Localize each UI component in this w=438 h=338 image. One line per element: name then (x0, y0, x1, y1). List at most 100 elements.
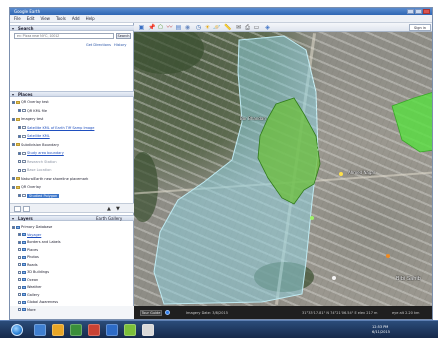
panel-toggle-icon[interactable] (23, 206, 30, 212)
historical-imagery-icon[interactable]: ◷ (195, 24, 202, 31)
places-tree-item[interactable]: QR Overlay test (12, 99, 49, 105)
layers-tree-item[interactable]: More (18, 307, 36, 313)
places-tree-item[interactable]: QR Overlay (12, 184, 41, 190)
email-icon[interactable]: ✉ (235, 24, 242, 31)
save-image-icon[interactable]: ▭ (253, 24, 260, 31)
image-overlay-icon[interactable]: ▤ (175, 24, 182, 31)
checkbox[interactable] (18, 126, 21, 129)
checkbox[interactable] (18, 233, 21, 236)
folder-icon[interactable] (52, 324, 64, 336)
place-marker-icon[interactable] (386, 254, 390, 258)
layers-tree-item[interactable]: 3D Buildings (18, 269, 49, 275)
system-tray-clock[interactable]: 12:53 PM 6/11/2015 (372, 325, 390, 335)
ruler-icon[interactable]: 📏 (224, 24, 231, 31)
places-tree-item[interactable]: Subdivision Boundary (12, 142, 59, 148)
polygon-icon[interactable]: ⬠ (157, 24, 164, 31)
hide-sidebar-icon[interactable]: ▣ (138, 24, 145, 31)
map-viewport[interactable]: Bor Bhandari Ahmed Nagar Bibi Sahib (134, 32, 433, 306)
places-tree-item[interactable]: Research Station (18, 159, 57, 165)
checkbox[interactable] (18, 160, 21, 163)
minimize-button[interactable] (407, 9, 414, 14)
layers-tree-item[interactable]: Roads (18, 262, 38, 268)
media-player-icon[interactable] (70, 324, 82, 336)
checkbox[interactable] (12, 185, 15, 189)
arrow-down-icon[interactable]: ▼ (116, 207, 120, 212)
checkbox[interactable] (12, 100, 15, 104)
checkbox[interactable] (18, 293, 21, 296)
explorer-icon[interactable] (34, 324, 46, 336)
search-button[interactable]: Search (116, 33, 131, 39)
checkbox[interactable] (18, 109, 21, 112)
path-icon[interactable]: 〰 (166, 24, 173, 31)
search-input[interactable] (14, 33, 114, 39)
history-link[interactable]: History (114, 43, 126, 47)
start-button-icon[interactable] (11, 324, 23, 336)
places-tree-item[interactable]: QR KML file (18, 108, 47, 114)
checkbox[interactable] (12, 177, 15, 180)
menu-add[interactable]: Add (72, 15, 80, 22)
places-tree-item[interactable]: Study area boundary (18, 150, 64, 156)
window-titlebar[interactable]: Google Earth (10, 8, 432, 15)
places-tree-item[interactable]: Satellite KML of Earth Tiff Samp Image (18, 125, 94, 131)
checkbox[interactable] (18, 248, 21, 251)
placemark-icon[interactable]: 📌 (148, 24, 155, 31)
layers-tree-item[interactable]: Places (18, 247, 38, 253)
browser-icon[interactable] (88, 324, 100, 336)
tour-guide-button[interactable]: Tour Guide (140, 310, 162, 316)
map-label-place[interactable]: Bor Bhandari (240, 116, 266, 121)
get-directions-link[interactable]: Get Directions (86, 43, 111, 47)
checkbox[interactable] (18, 240, 21, 244)
places-tree-item[interactable]: NaturalEarth new shoreline placemark (12, 176, 88, 182)
map-label-place[interactable]: Ahmed Nagar (348, 170, 376, 175)
layers-tree-item[interactable]: Global Awareness (18, 299, 58, 305)
print-icon[interactable]: ⎙ (244, 24, 251, 31)
layers-tree-item[interactable]: Ocean (18, 277, 38, 283)
checkbox[interactable] (18, 151, 21, 155)
search-places-icon[interactable] (14, 206, 21, 212)
checkbox[interactable] (18, 278, 21, 281)
search-section-header[interactable]: Search (10, 25, 134, 31)
arrow-up-icon[interactable]: ▲ (107, 207, 111, 212)
checkbox[interactable] (18, 168, 21, 172)
menu-view[interactable]: View (40, 15, 50, 22)
map-label-place[interactable]: Bibi Sahib (396, 276, 421, 282)
planets-icon[interactable]: 🪐 (213, 24, 220, 31)
menu-edit[interactable]: Edit (27, 15, 35, 22)
sunlight-icon[interactable]: ☀ (204, 24, 211, 31)
layers-tree-item[interactable]: Photos (18, 254, 39, 260)
checkbox[interactable] (18, 255, 21, 259)
checkbox[interactable] (18, 270, 21, 274)
place-marker-icon[interactable] (332, 276, 336, 280)
layers-tree-item[interactable]: Voyager (18, 232, 41, 238)
app-icon[interactable] (142, 324, 154, 336)
close-button[interactable] (423, 9, 430, 14)
places-tree-item[interactable]: Base Location (18, 167, 51, 173)
bright-green-polygon[interactable] (391, 92, 433, 153)
record-tour-icon[interactable]: ◉ (184, 24, 191, 31)
checkbox[interactable] (12, 225, 15, 229)
google-earth-taskbar-icon[interactable] (124, 324, 136, 336)
checkbox[interactable] (18, 285, 21, 289)
layers-section-header[interactable]: Layers Earth Gallery (10, 215, 134, 221)
places-tree-item[interactable]: Imagery test (12, 116, 43, 122)
layers-tree-item[interactable]: Borders and Labels (18, 239, 61, 245)
places-section-header[interactable]: Places (10, 91, 134, 97)
sign-in-button[interactable]: Sign in (409, 24, 431, 31)
checkbox[interactable] (18, 194, 21, 197)
earth-gallery-button[interactable]: Earth Gallery (96, 216, 122, 221)
word-icon[interactable] (106, 324, 118, 336)
layers-tree-item[interactable]: Gallery (18, 292, 39, 298)
view-in-maps-icon[interactable]: ◈ (264, 24, 271, 31)
menu-file[interactable]: File (14, 15, 21, 22)
checkbox[interactable] (12, 117, 15, 121)
checkbox[interactable] (18, 300, 21, 304)
checkbox[interactable] (18, 308, 21, 311)
layers-tree-item[interactable]: Weather (18, 284, 42, 290)
checkbox[interactable] (18, 263, 21, 266)
layers-tree-item[interactable]: Primary Database (12, 224, 52, 230)
place-marker-icon[interactable] (310, 216, 314, 220)
place-marker-icon[interactable] (339, 172, 343, 176)
places-tree-item[interactable]: Studied Polygon (18, 193, 60, 199)
places-tree-item[interactable]: Satellite KML (18, 133, 50, 139)
checkbox[interactable] (12, 143, 15, 146)
